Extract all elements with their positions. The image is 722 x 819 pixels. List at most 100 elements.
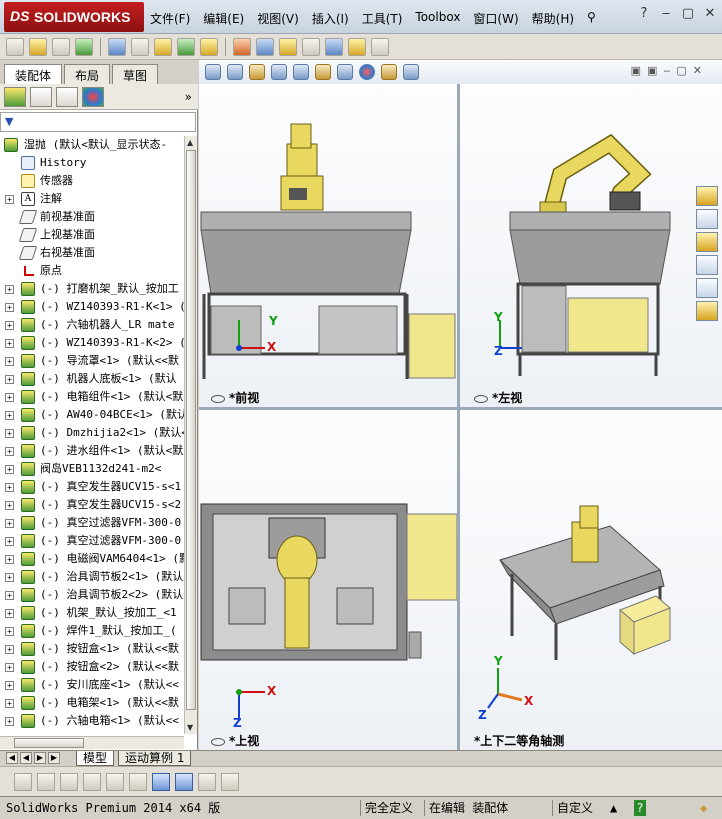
- appearances-icon[interactable]: [696, 278, 718, 298]
- tab-assembly[interactable]: 装配体: [4, 64, 63, 84]
- next-tab-icon[interactable]: ▶: [34, 752, 46, 764]
- screen-capture-icon[interactable]: [371, 37, 389, 56]
- sort-icon[interactable]: [129, 772, 147, 791]
- table-icon[interactable]: [106, 772, 124, 791]
- menu-edit[interactable]: 编辑(E): [203, 10, 244, 27]
- feature-tree-icon[interactable]: [4, 86, 26, 107]
- expand-toggle-icon[interactable]: +: [5, 519, 14, 528]
- display-mode-icon[interactable]: [175, 772, 193, 791]
- expand-toggle-icon[interactable]: +: [5, 285, 14, 294]
- scroll-thumb[interactable]: [186, 150, 196, 710]
- expand-toggle-icon[interactable]: +: [5, 321, 14, 330]
- expand-toggle-icon[interactable]: +: [5, 411, 14, 420]
- viewport-splitter-vertical[interactable]: [457, 84, 460, 750]
- expand-toggle-icon[interactable]: +: [5, 393, 14, 402]
- interference-icon[interactable]: [348, 37, 366, 56]
- tree-item[interactable]: 原点: [0, 262, 184, 280]
- tree-item[interactable]: + (-) 六轴机器人_LR mate: [0, 316, 184, 334]
- tile-views-icon[interactable]: ▣: [647, 64, 657, 77]
- expand-toggle-icon[interactable]: +: [5, 339, 14, 348]
- tree-item[interactable]: + (-) 机器人底板<1> (默认: [0, 370, 184, 388]
- tree-item[interactable]: + (-) 按钮盒<2> (默认<<默: [0, 658, 184, 676]
- viewport-minimize-icon[interactable]: ‒: [663, 64, 670, 77]
- expand-toggle-icon[interactable]: +: [5, 303, 14, 312]
- tree-item[interactable]: + (-) AW40-04BCE<1> (默认: [0, 406, 184, 424]
- expand-toggle-icon[interactable]: +: [5, 483, 14, 492]
- tab-layout[interactable]: 布局: [64, 64, 111, 84]
- scroll-thumb[interactable]: [14, 738, 84, 748]
- tab-motion-study[interactable]: 运动算例 1: [118, 751, 192, 766]
- expand-toggle-icon[interactable]: +: [5, 501, 14, 510]
- expand-toggle-icon[interactable]: +: [5, 591, 14, 600]
- expand-toggle-icon[interactable]: +: [5, 663, 14, 672]
- menu-insert[interactable]: 插入(I): [312, 10, 349, 27]
- explode-view-icon[interactable]: [256, 37, 274, 56]
- tree-item[interactable]: + (-) 治具调节板2<2> (默认: [0, 586, 184, 604]
- view-palette-icon[interactable]: [696, 255, 718, 275]
- linear-pattern-icon[interactable]: [177, 37, 195, 56]
- grid-icon[interactable]: [198, 772, 216, 791]
- tab-sketch[interactable]: 草图: [112, 64, 159, 84]
- new-document-icon[interactable]: [6, 37, 24, 56]
- restore-button[interactable]: ▢: [680, 6, 696, 21]
- display-manager-icon[interactable]: [82, 86, 104, 107]
- view-orientation-icon[interactable]: [293, 64, 309, 80]
- tree-item[interactable]: + (-) 六轴电箱<1> (默认<<: [0, 712, 184, 730]
- menu-file[interactable]: 文件(F): [150, 10, 190, 27]
- tree-item[interactable]: + (-) 真空发生器UCV15-s<1: [0, 478, 184, 496]
- tree-item[interactable]: + (-) Dmzhijia2<1> (默认<: [0, 424, 184, 442]
- assembly-features-icon[interactable]: [154, 37, 172, 56]
- options-gear-icon[interactable]: [233, 37, 251, 56]
- help-button[interactable]: ?: [636, 6, 652, 21]
- link-views-icon[interactable]: ▣: [631, 64, 641, 77]
- expand-toggle-icon[interactable]: +: [5, 555, 14, 564]
- tree-item[interactable]: + A 注解: [0, 190, 184, 208]
- tree-root-assembly[interactable]: 湿抛 (默认<默认_显示状态-: [0, 136, 184, 154]
- last-tab-icon[interactable]: ▶: [48, 752, 60, 764]
- list-icon[interactable]: [83, 772, 101, 791]
- tree-filter[interactable]: ▼: [0, 112, 196, 132]
- hide-show-items-icon[interactable]: [337, 64, 353, 80]
- units-arrow-icon[interactable]: ▲: [610, 800, 617, 816]
- open-folder-icon[interactable]: [29, 37, 47, 56]
- custom-properties-icon[interactable]: [696, 301, 718, 321]
- viewport-left[interactable]: Y Z *左视: [460, 84, 722, 407]
- command-icon[interactable]: [37, 772, 55, 791]
- design-library-icon[interactable]: [696, 209, 718, 229]
- menu-view[interactable]: 视图(V): [257, 10, 299, 27]
- tree-item[interactable]: 前视基准面: [0, 208, 184, 226]
- expand-toggle-icon[interactable]: +: [5, 573, 14, 582]
- tree-vertical-scrollbar[interactable]: ▲ ▼: [184, 136, 197, 734]
- tree-item[interactable]: + (-) 真空过滤器VFM-300-0: [0, 514, 184, 532]
- menu-toolbox[interactable]: Toolbox: [415, 10, 460, 27]
- tree-item[interactable]: + (-) 安川底座<1> (默认<<: [0, 676, 184, 694]
- configuration-manager-icon[interactable]: [56, 86, 78, 107]
- expand-toggle-icon[interactable]: +: [5, 699, 14, 708]
- viewport-close-icon[interactable]: ✕: [693, 64, 702, 77]
- viewport-splitter-horizontal[interactable]: [199, 407, 722, 410]
- tree-item[interactable]: + (-) WZ140393-R1-K<2> (默: [0, 334, 184, 352]
- tree-item[interactable]: + (-) 电磁阀VAM6404<1> (默: [0, 550, 184, 568]
- solidworks-logo[interactable]: DS SOLIDWORKS: [4, 2, 144, 32]
- tree-item[interactable]: + (-) 治具调节板2<1> (默认: [0, 568, 184, 586]
- viewport-isometric[interactable]: Y X Z *上下二等角轴测: [460, 410, 722, 750]
- insert-component-icon[interactable]: [108, 37, 126, 56]
- viewport-restore-icon[interactable]: ▢: [676, 64, 686, 77]
- measure-icon[interactable]: [325, 37, 343, 56]
- paperclip-icon[interactable]: [52, 37, 70, 56]
- tree-item[interactable]: + 阀岛VEB1132d241-m2<: [0, 460, 184, 478]
- property-manager-icon[interactable]: [30, 86, 52, 107]
- tree-item[interactable]: + (-) 焊件1_默认_按加工_(: [0, 622, 184, 640]
- expand-toggle-icon[interactable]: +: [5, 645, 14, 654]
- expand-toggle-icon[interactable]: +: [5, 195, 14, 204]
- expand-toggle-icon[interactable]: +: [5, 609, 14, 618]
- menu-window[interactable]: 窗口(W): [473, 10, 518, 27]
- menu-tools[interactable]: 工具(T): [362, 10, 403, 27]
- close-button[interactable]: ✕: [702, 6, 718, 21]
- viewport-top[interactable]: X Z *上视: [199, 410, 457, 750]
- expand-toggle-icon[interactable]: +: [5, 447, 14, 456]
- save-icon[interactable]: [221, 772, 239, 791]
- zoom-to-fit-icon[interactable]: [205, 64, 221, 80]
- status-units[interactable]: 自定义: [552, 800, 593, 816]
- expand-toggle-icon[interactable]: +: [5, 537, 14, 546]
